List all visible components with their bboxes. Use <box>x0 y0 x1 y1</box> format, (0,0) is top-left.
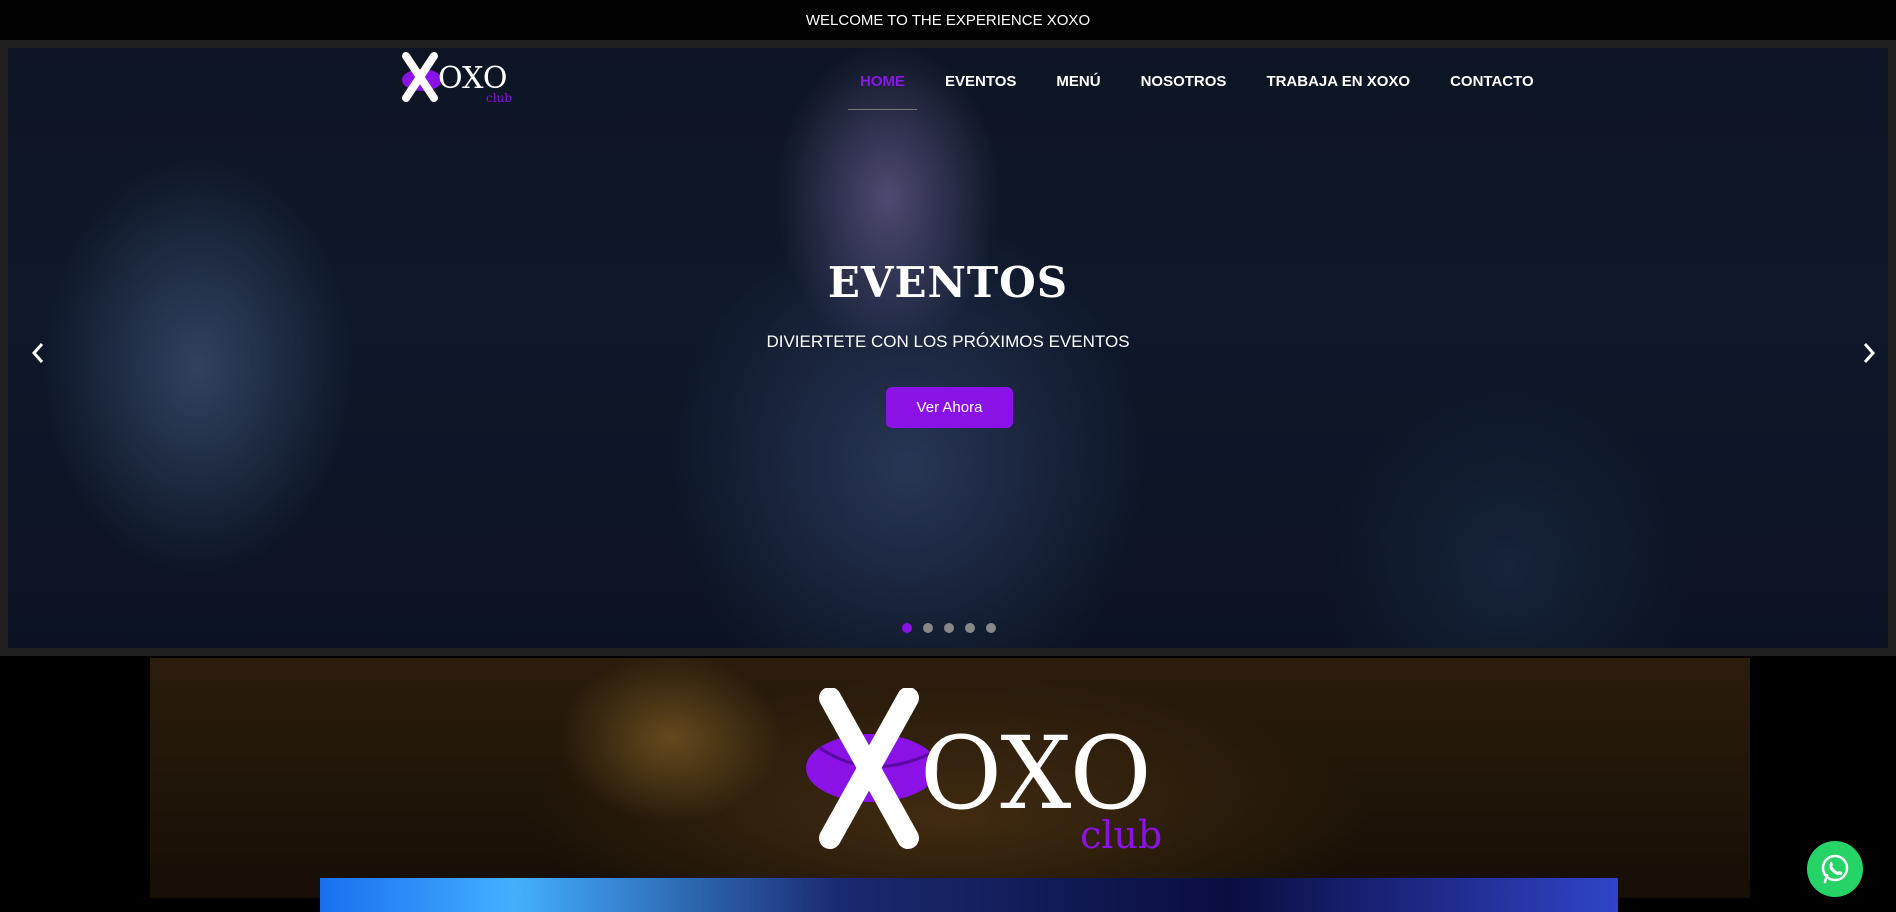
slide-dot-1[interactable] <box>902 623 912 633</box>
next-section-image <box>320 878 1618 912</box>
brand-banner: OXO club <box>150 658 1750 898</box>
main-nav: HOME EVENTOS MENÚ NOSOTROS TRABAJA EN XO… <box>840 70 1554 110</box>
site-logo[interactable]: OXO club <box>394 50 514 110</box>
hero-title: EVENTOS <box>827 258 1069 307</box>
slide-dot-4[interactable] <box>965 623 975 633</box>
brand-logo: OXO club <box>806 688 1162 857</box>
nav-item-nosotros[interactable]: NOSOTROS <box>1121 70 1247 110</box>
announcement-bar: WELCOME TO THE EXPERIENCE XOXO <box>0 0 1896 40</box>
ver-ahora-button[interactable]: Ver Ahora <box>886 387 1013 428</box>
nav-item-home[interactable]: HOME <box>840 70 925 110</box>
nav-item-menu[interactable]: MENÚ <box>1036 70 1120 110</box>
nav-item-trabaja[interactable]: TRABAJA EN XOXO <box>1246 70 1430 110</box>
slide-dot-2[interactable] <box>923 623 933 633</box>
chevron-right-icon[interactable] <box>1854 333 1884 373</box>
slide-dot-5[interactable] <box>986 623 996 633</box>
hero-slider: OXO club HOME EVENTOS MENÚ NOSOTROS TRAB… <box>8 48 1888 648</box>
chevron-left-icon[interactable] <box>23 333 53 373</box>
slide-dot-3[interactable] <box>944 623 954 633</box>
announcement-text: WELCOME TO THE EXPERIENCE XOXO <box>805 11 1091 29</box>
whatsapp-icon[interactable] <box>1807 841 1863 897</box>
nav-item-contacto[interactable]: CONTACTO <box>1430 70 1554 110</box>
logo-subtext: club <box>486 91 512 105</box>
brand-logo-subtext: club <box>1080 813 1162 857</box>
nav-item-eventos[interactable]: EVENTOS <box>925 70 1036 110</box>
hero-subtitle: DIVIERTETE CON LOS PRÓXIMOS EVENTOS <box>766 332 1130 351</box>
slider-dots <box>902 623 996 633</box>
